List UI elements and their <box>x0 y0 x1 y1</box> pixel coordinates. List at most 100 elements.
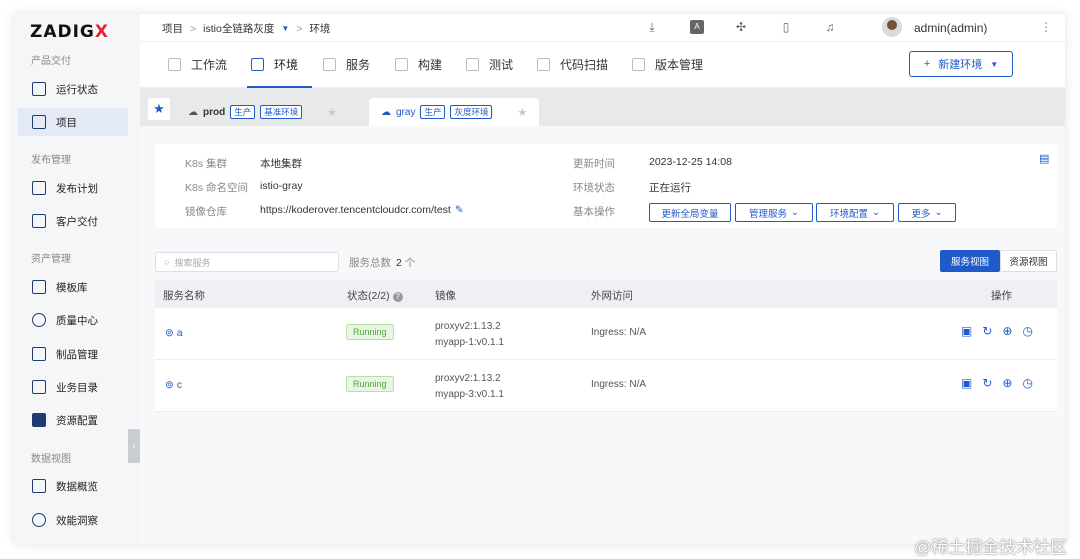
env-tag: 基准环境 <box>260 105 303 119</box>
sidebar-item-artifacts[interactable]: 制品管理 <box>18 340 128 368</box>
service-link[interactable]: ⊚ c <box>165 379 182 391</box>
tab-versions[interactable]: 版本管理 <box>632 56 703 73</box>
service-link[interactable]: ⊚ a <box>165 327 183 339</box>
sidebar-item-catalog[interactable]: 业务目录 <box>18 373 128 401</box>
col-image: 镜像 <box>435 290 456 302</box>
star-icon[interactable]: ★ <box>327 106 337 119</box>
bell-icon[interactable]: ♫ <box>823 20 837 34</box>
chevron-left-icon: ‹ <box>132 440 136 452</box>
tab-test[interactable]: 测试 <box>466 56 513 73</box>
env-tab-prod[interactable]: ☁ prod 生产 基准环境 ★ <box>176 98 346 126</box>
col-access: 外网访问 <box>591 290 633 302</box>
tab-build[interactable]: 构建 <box>395 56 442 73</box>
sidebar-section-title: 产品交付 <box>31 56 71 67</box>
manage-services-button[interactable]: 管理服务 ⌄ <box>735 203 813 222</box>
restart-icon[interactable]: ↻ <box>982 324 992 338</box>
more-button[interactable]: 更多 ⌄ <box>898 203 956 222</box>
catalog-icon <box>32 380 46 394</box>
document-icon[interactable]: ▤ <box>1039 152 1049 165</box>
sidebar-item-data-overview[interactable]: 数据概览 <box>18 472 128 500</box>
flask-icon <box>32 313 46 327</box>
sidebar-section-title: 发布管理 <box>31 155 71 166</box>
new-environment-button[interactable]: + 新建环境 ▼ <box>909 51 1013 77</box>
history-icon[interactable]: ◷ <box>1022 376 1032 390</box>
sidebar-item-running-status[interactable]: 运行状态 <box>18 75 128 103</box>
upgrade-icon[interactable]: ⊕ <box>1002 324 1012 338</box>
registry-value: https://koderover.tencentcloudcr.com/tes… <box>260 204 464 216</box>
help-icon[interactable]: ? <box>392 292 403 302</box>
cloud-icon: ☁ <box>188 106 198 118</box>
user-name[interactable]: admin(admin) <box>914 21 987 35</box>
edit-pencil-icon[interactable]: ✎ <box>455 204 464 216</box>
print-icon[interactable]: ▣ <box>961 376 972 390</box>
tab-services[interactable]: 服务 <box>323 56 370 73</box>
chevron-down-icon: ⌄ <box>872 207 880 218</box>
sidebar-section-title: 资产管理 <box>31 254 71 265</box>
row-actions: ▣ ↻ ⊕ ◷ <box>961 324 1033 338</box>
star-icon[interactable]: ★ <box>517 106 527 119</box>
env-tag: 生产 <box>230 105 256 119</box>
state-value: 正在运行 <box>649 182 691 194</box>
status-badge: Running <box>346 376 394 392</box>
updated-value: 2023-12-25 14:08 <box>649 156 732 168</box>
state-label: 环境状态 <box>573 182 615 194</box>
sidebar-item-customer-delivery[interactable]: 客户交付 <box>18 207 128 235</box>
sidebar-item-insights[interactable]: 效能洞察 <box>18 506 128 534</box>
namespace-value: istio-gray <box>260 180 303 192</box>
artifact-icon <box>32 347 46 361</box>
top-header: 项目 > istio全链路灰度 ▼ > 环境 ⤓ A ✣ ▯ ♫ admin(a… <box>140 14 1065 42</box>
sidebar-item-templates[interactable]: 模板库 <box>18 273 128 301</box>
favorite-star-icon[interactable]: ★ <box>148 98 170 120</box>
sidebar-collapse-handle[interactable]: ‹ <box>128 429 140 463</box>
tab-environment[interactable]: 环境 <box>251 56 298 73</box>
tab-workflow[interactable]: 工作流 <box>168 56 227 73</box>
breadcrumb-root[interactable]: 项目 <box>162 21 183 36</box>
caret-down-icon: ▼ <box>990 59 999 69</box>
project-icon <box>32 115 46 129</box>
cluster-label: K8s 集群 <box>185 158 228 170</box>
env-config-button[interactable]: 环境配置 ⌄ <box>816 203 894 222</box>
breadcrumb: 项目 > istio全链路灰度 ▼ > 环境 <box>162 21 330 36</box>
book-icon[interactable]: ▯ <box>779 20 793 34</box>
col-status: 状态(2/2)? <box>347 288 403 303</box>
print-icon[interactable]: ▣ <box>961 324 972 338</box>
col-name: 服务名称 <box>163 290 205 302</box>
tab-code-scan[interactable]: 代码扫描 <box>537 56 608 73</box>
breadcrumb-current: 环境 <box>309 23 331 35</box>
watermark: @稀土掘金技术社区 <box>914 538 1068 557</box>
namespace-label: K8s 命名空间 <box>185 182 249 194</box>
restart-icon[interactable]: ↻ <box>982 376 992 390</box>
translate-icon[interactable]: A <box>690 20 704 34</box>
more-vertical-icon[interactable]: ⋮ <box>1040 20 1052 34</box>
chevron-down-icon: ⌄ <box>934 207 943 218</box>
update-global-vars-button[interactable]: 更新全局变量 <box>649 203 731 222</box>
environment-info-card: K8s 集群 本地集群 K8s 命名空间 istio-gray 镜像仓库 htt… <box>155 144 1057 228</box>
sidebar-item-release-plan[interactable]: 发布计划 <box>18 174 128 202</box>
table-row: ⊚ a Running proxyv2:1.13.2 myapp-1:v0.1.1… <box>155 308 1057 360</box>
avatar[interactable] <box>882 17 902 37</box>
app-window: ZADIGX 产品交付 运行状态 项目 发布管理 发布计划 客户交付 资产管理 … <box>14 14 1065 544</box>
service-view-button[interactable]: 服务视图 <box>940 250 1000 272</box>
breadcrumb-separator: > <box>296 22 303 35</box>
env-tag: 灰度环境 <box>450 105 493 119</box>
module-tabs: 工作流 环境 服务 构建 测试 代码扫描 版本管理 + 新建环境 ▼ <box>140 42 1065 88</box>
plus-icon: + <box>923 58 931 70</box>
history-icon[interactable]: ◷ <box>1022 324 1032 338</box>
upgrade-icon[interactable]: ⊕ <box>1002 376 1012 390</box>
env-tab-gray[interactable]: ☁ gray 生产 灰度环境 ★ <box>369 98 539 126</box>
sidebar-item-resources[interactable]: 资源配置 <box>18 406 128 434</box>
download-icon[interactable]: ⤓ <box>645 20 659 34</box>
cluster-value: 本地集群 <box>260 158 302 170</box>
cube-icon <box>323 58 336 71</box>
sidebar-section-title: 数据视图 <box>31 454 71 465</box>
caret-down-icon[interactable]: ▼ <box>281 24 289 33</box>
code-icon <box>251 58 264 71</box>
sidebar-item-projects[interactable]: 项目 <box>18 108 128 136</box>
search-input[interactable]: ○ 搜索服务 <box>155 252 339 272</box>
resource-view-button[interactable]: 资源视图 <box>1000 250 1057 272</box>
plugin-icon[interactable]: ✣ <box>734 20 748 34</box>
breadcrumb-project[interactable]: istio全链路灰度 <box>203 21 274 36</box>
search-icon: ○ <box>164 257 170 267</box>
sidebar-item-quality[interactable]: 质量中心 <box>18 306 128 334</box>
registry-label: 镜像仓库 <box>185 206 227 218</box>
